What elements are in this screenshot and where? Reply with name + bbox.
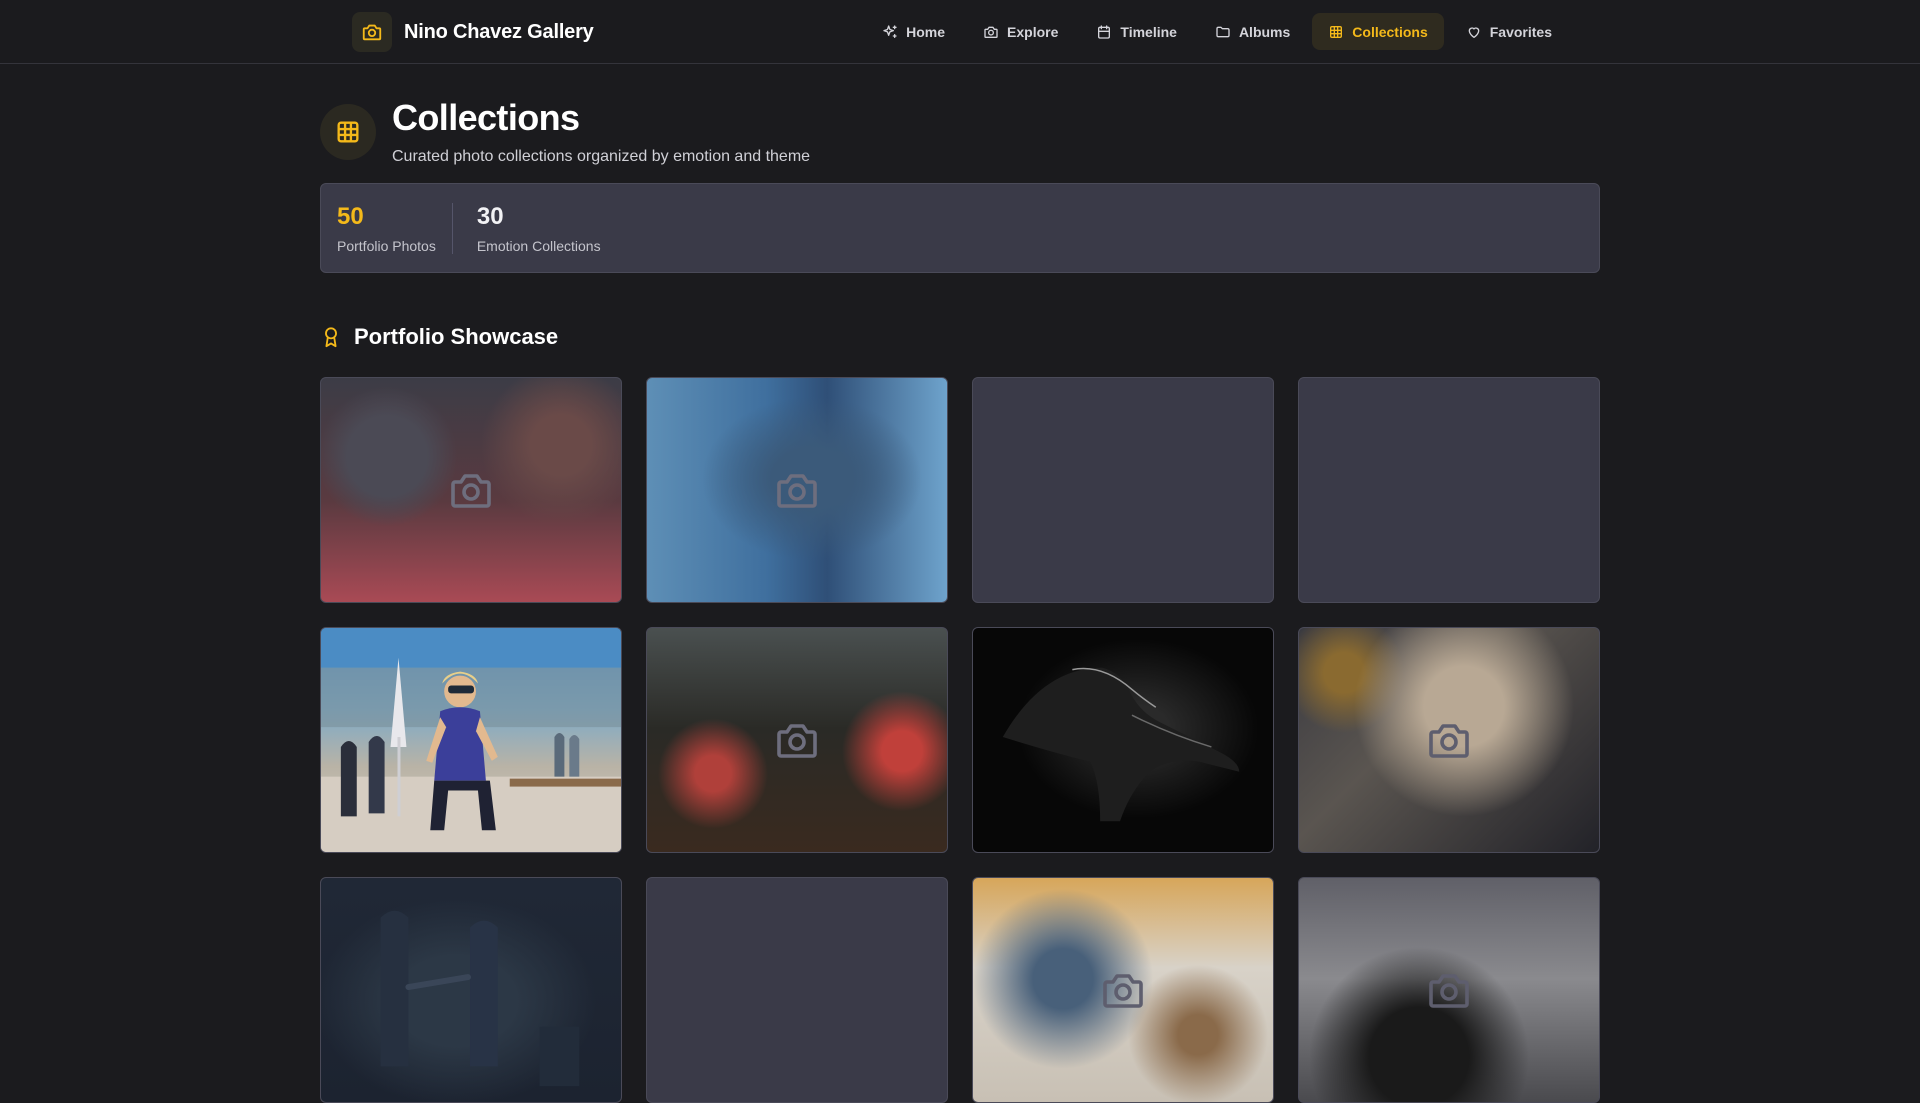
- page-header: Collections Curated photo collections or…: [320, 100, 810, 166]
- photo-tile[interactable]: [320, 377, 622, 603]
- photo-tile[interactable]: [1298, 877, 1600, 1103]
- photo-grid: [320, 377, 1600, 1103]
- camera-icon: [1103, 974, 1143, 1008]
- camera-icon: [777, 474, 817, 508]
- camera-icon: [777, 724, 817, 758]
- calendar-icon: [1098, 24, 1111, 39]
- stat-portfolio-photos: 50 Portfolio Photos: [321, 203, 452, 254]
- camera-icon: [984, 26, 998, 38]
- volleyball-player-photo: [321, 628, 621, 852]
- stat-label: Emotion Collections: [476, 237, 601, 254]
- award-icon: [325, 327, 337, 348]
- top-navigation-bar: Nino Chavez Gallery Home Explore Timelin…: [0, 0, 1920, 64]
- stat-label: Portfolio Photos: [337, 237, 436, 254]
- stat-emotion-collections: 30 Emotion Collections: [451, 202, 617, 254]
- stat-value: 30: [476, 202, 504, 230]
- section-title: Portfolio Showcase: [354, 324, 559, 349]
- photo-tile[interactable]: [320, 877, 622, 1103]
- folder-icon: [1216, 26, 1230, 37]
- nav-item-favorites[interactable]: Favorites: [1450, 13, 1568, 50]
- photo-tile[interactable]: [972, 377, 1274, 603]
- photo-tile[interactable]: [646, 877, 948, 1103]
- photo-tile[interactable]: [646, 377, 948, 603]
- photo-tile[interactable]: [972, 877, 1274, 1103]
- camera-icon: [352, 12, 392, 52]
- silhouette-photo: [1002, 667, 1240, 822]
- camera-icon: [451, 474, 491, 508]
- grid-icon: [1330, 25, 1343, 38]
- photo-tile[interactable]: [1298, 377, 1600, 603]
- section-header: Portfolio Showcase: [320, 324, 558, 350]
- page-subtitle: Curated photo collections organized by e…: [392, 148, 811, 165]
- grid-icon: [320, 104, 376, 160]
- dim-photo: [380, 910, 580, 1087]
- main-nav: Home Explore Timeline Albums Collections…: [866, 13, 1568, 50]
- nav-label: Collections: [1352, 23, 1428, 40]
- camera-icon: [1429, 974, 1469, 1008]
- nav-label: Albums: [1238, 23, 1291, 40]
- photo-tile[interactable]: [320, 627, 622, 853]
- brand[interactable]: Nino Chavez Gallery: [352, 12, 594, 52]
- nav-item-collections[interactable]: Collections: [1312, 13, 1444, 50]
- camera-icon: [1429, 724, 1469, 758]
- nav-label: Favorites: [1489, 23, 1552, 40]
- nav-item-explore[interactable]: Explore: [967, 13, 1074, 50]
- photo-tile[interactable]: [972, 627, 1274, 853]
- nav-label: Explore: [1007, 23, 1059, 40]
- nav-label: Timeline: [1120, 23, 1177, 40]
- photo-tile[interactable]: [1298, 627, 1600, 853]
- nav-item-albums[interactable]: Albums: [1199, 13, 1306, 50]
- app-title: Nino Chavez Gallery: [404, 20, 594, 43]
- heart-icon: [1468, 26, 1480, 38]
- stats-panel: 50 Portfolio Photos 30 Emotion Collectio…: [320, 183, 1600, 273]
- nav-item-timeline[interactable]: Timeline: [1080, 13, 1193, 50]
- page-title: Collections: [392, 97, 580, 138]
- nav-label: Home: [906, 23, 946, 40]
- stat-value: 50: [337, 202, 364, 230]
- nav-item-home[interactable]: Home: [866, 13, 961, 50]
- sparkles-icon: [883, 24, 897, 38]
- photo-tile[interactable]: [646, 627, 948, 853]
